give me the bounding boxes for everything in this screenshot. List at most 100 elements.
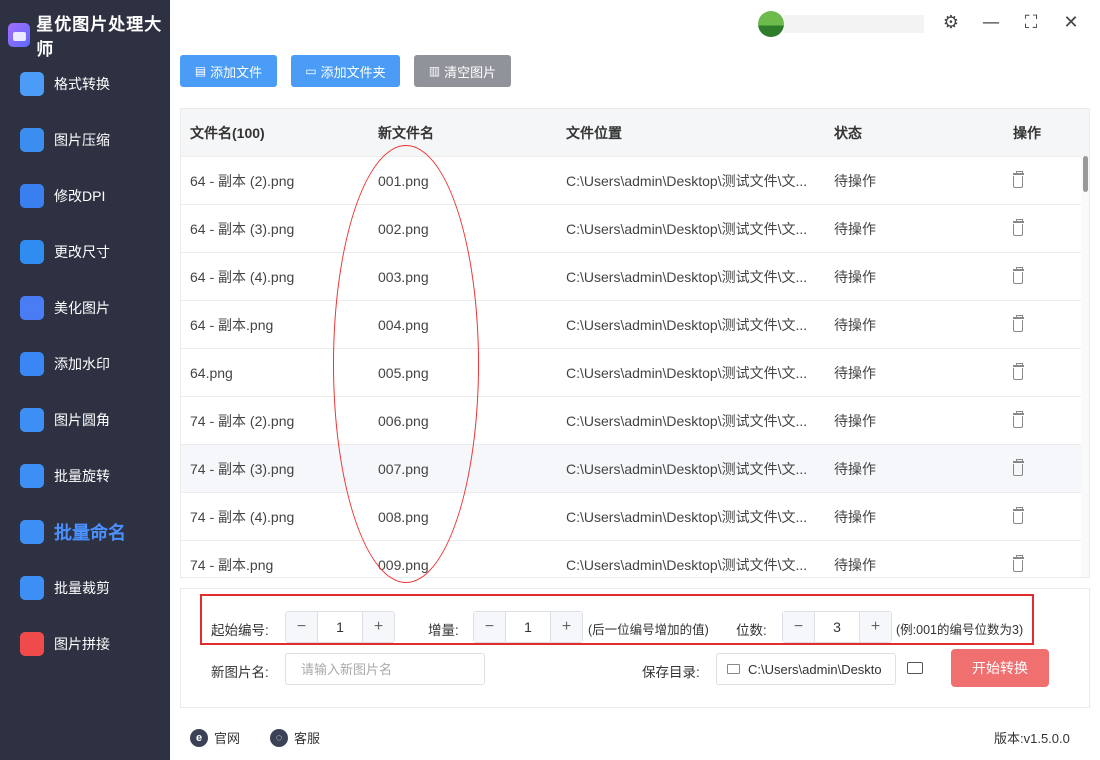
sidebar-item-6[interactable]: 图片圆角 xyxy=(20,404,110,436)
sidebar-item-9[interactable]: 批量裁剪 xyxy=(20,572,110,604)
clear-images-button[interactable]: ▥ 清空图片 xyxy=(414,55,511,87)
scrollbar-thumb[interactable] xyxy=(1083,156,1088,192)
start-number-value[interactable]: 1 xyxy=(318,612,362,642)
start-number-stepper[interactable]: − 1 + xyxy=(285,611,395,643)
sidebar-item-label: 批量旋转 xyxy=(54,468,110,484)
start-decrement-button[interactable]: − xyxy=(286,612,318,642)
add-folder-button[interactable]: ▭ 添加文件夹 xyxy=(291,55,400,87)
sidebar-item-8[interactable]: 批量命名 xyxy=(20,516,126,548)
sidebar-item-label: 美化图片 xyxy=(54,300,110,316)
start-increment-button[interactable]: + xyxy=(362,612,394,642)
increment-hint: (后一位编号增加的值) xyxy=(588,623,709,637)
delete-icon[interactable] xyxy=(1013,171,1024,188)
beautify-icon xyxy=(20,296,44,320)
app-logo: 星优图片处理大师 xyxy=(8,10,170,60)
table-row[interactable]: 74 - 副本 (2).png 006.png C:\Users\admin\Des… xyxy=(181,396,1089,444)
sidebar-item-3[interactable]: 更改尺寸 xyxy=(20,236,110,268)
delete-icon[interactable] xyxy=(1013,267,1024,284)
increment-value[interactable]: 1 xyxy=(506,612,550,642)
table-row[interactable]: 64.png 005.png C:\Users\admin\Desktop\测试文件… xyxy=(181,348,1089,396)
maximize-icon[interactable]: ⛶ xyxy=(1020,12,1042,34)
start-number-label: 起始编号: xyxy=(211,623,269,638)
location-cell: C:\Users\admin\Desktop\测试文件\文... xyxy=(566,316,808,333)
sidebar-item-label: 批量命名 xyxy=(54,523,126,543)
delete-cell xyxy=(1013,445,1043,492)
location-cell: C:\Users\admin\Desktop\测试文件\文... xyxy=(566,268,808,285)
new-name-cell: 001.png xyxy=(378,172,429,189)
add-file-button[interactable]: ▤ 添加文件 xyxy=(180,55,277,87)
delete-icon[interactable] xyxy=(1013,459,1024,476)
filename-cell: 74 - 副本.png xyxy=(190,556,274,573)
digits-increment-button[interactable]: + xyxy=(859,612,891,642)
save-dir-field[interactable]: C:\Users\admin\Deskto xyxy=(716,653,896,685)
delete-icon[interactable] xyxy=(1013,507,1024,524)
increment-stepper[interactable]: − 1 + xyxy=(473,611,583,643)
location-cell: C:\Users\admin\Desktop\测试文件\文... xyxy=(566,220,808,237)
delete-cell xyxy=(1013,397,1043,444)
close-icon[interactable]: ✕ xyxy=(1060,12,1082,34)
digits-decrement-button[interactable]: − xyxy=(783,612,815,642)
sidebar-item-5[interactable]: 添加水印 xyxy=(20,348,110,380)
sidebar-item-10[interactable]: 图片拼接 xyxy=(20,628,110,660)
table-row[interactable]: 64 - 副本 (4).png 003.png C:\Users\admin\Des… xyxy=(181,252,1089,300)
table-row[interactable]: 74 - 副本.png 009.png C:\Users\admin\Desktop… xyxy=(181,540,1089,577)
support-link[interactable]: ◌ 客服 xyxy=(270,728,320,747)
table-row[interactable]: 74 - 副本 (3).png 007.png C:\Users\admin\Des… xyxy=(181,444,1089,492)
filename-cell: 64 - 副本.png xyxy=(190,316,274,333)
increment-increment-button[interactable]: + xyxy=(550,612,582,642)
avatar[interactable] xyxy=(758,11,784,37)
sidebar-item-label: 修改DPI xyxy=(54,188,106,204)
new-name-cell: 009.png xyxy=(378,556,429,573)
scrollbar[interactable] xyxy=(1081,156,1089,577)
increment-decrement-button[interactable]: − xyxy=(474,612,506,642)
table-row[interactable]: 64 - 副本 (2).png 001.png C:\Users\admin\Des… xyxy=(181,156,1089,204)
delete-icon[interactable] xyxy=(1013,363,1024,380)
new-name-label: 新图片名: xyxy=(211,665,269,680)
filename-cell: 74 - 副本 (4).png xyxy=(190,508,295,525)
sidebar: 星优图片处理大师 格式转换图片压缩修改DPI 更改尺寸美化图片添加水印图片圆角批量… xyxy=(0,0,170,760)
digits-stepper[interactable]: − 3 + xyxy=(782,611,892,643)
sidebar-item-1[interactable]: 图片压缩 xyxy=(20,124,110,156)
sidebar-item-7[interactable]: 批量旋转 xyxy=(20,460,110,492)
round-corner-icon xyxy=(20,408,44,432)
location-cell: C:\Users\admin\Desktop\测试文件\文... xyxy=(566,556,808,573)
sidebar-item-label: 图片拼接 xyxy=(54,636,110,652)
delete-icon[interactable] xyxy=(1013,219,1024,236)
sidebar-item-0[interactable]: 格式转换 xyxy=(20,68,110,100)
status-cell: 待操作 xyxy=(834,172,876,189)
delete-cell xyxy=(1013,205,1043,252)
minimize-icon[interactable]: — xyxy=(980,12,1002,34)
delete-cell xyxy=(1013,157,1043,204)
ie-icon: e xyxy=(190,728,208,747)
start-convert-button[interactable]: 开始转换 xyxy=(951,649,1049,687)
digits-value[interactable]: 3 xyxy=(815,612,859,642)
table-row[interactable]: 64 - 副本 (3).png 002.png C:\Users\admin\Des… xyxy=(181,204,1089,252)
sidebar-item-4[interactable]: 美化图片 xyxy=(20,292,110,324)
browse-folder-icon[interactable] xyxy=(907,662,923,674)
table-row[interactable]: 64 - 副本.png 004.png C:\Users\admin\Desktop… xyxy=(181,300,1089,348)
digits-label: 位数: xyxy=(736,623,767,638)
new-name-cell: 007.png xyxy=(378,460,429,477)
website-link[interactable]: e 官网 xyxy=(190,728,240,747)
app-title: 星优图片处理大师 xyxy=(36,15,163,59)
status-cell: 待操作 xyxy=(834,364,876,381)
delete-icon[interactable] xyxy=(1013,315,1024,332)
image-compress-icon xyxy=(20,128,44,152)
location-cell: C:\Users\admin\Desktop\测试文件\文... xyxy=(566,460,808,477)
filename-cell: 74 - 副本 (3).png xyxy=(190,460,295,477)
new-name-input[interactable] xyxy=(285,653,485,685)
delete-cell xyxy=(1013,493,1043,540)
table-row[interactable]: 74 - 副本 (4).png 008.png C:\Users\admin\Des… xyxy=(181,492,1089,540)
status-cell: 待操作 xyxy=(834,508,876,525)
delete-icon[interactable] xyxy=(1013,555,1024,572)
header-new-name: 新文件名 xyxy=(378,124,434,141)
save-dir-label: 保存目录: xyxy=(642,665,700,680)
sidebar-item-2[interactable]: 修改DPI xyxy=(20,180,105,212)
location-cell: C:\Users\admin\Desktop\测试文件\文... xyxy=(566,364,808,381)
header-action: 操作 xyxy=(1013,124,1041,141)
delete-icon[interactable] xyxy=(1013,411,1024,428)
location-cell: C:\Users\admin\Desktop\测试文件\文... xyxy=(566,508,808,525)
version-label: 版本:v1.5.0.0 xyxy=(994,731,1070,746)
sidebar-item-label: 更改尺寸 xyxy=(54,244,110,260)
settings-icon[interactable]: ⚙ xyxy=(940,12,962,34)
